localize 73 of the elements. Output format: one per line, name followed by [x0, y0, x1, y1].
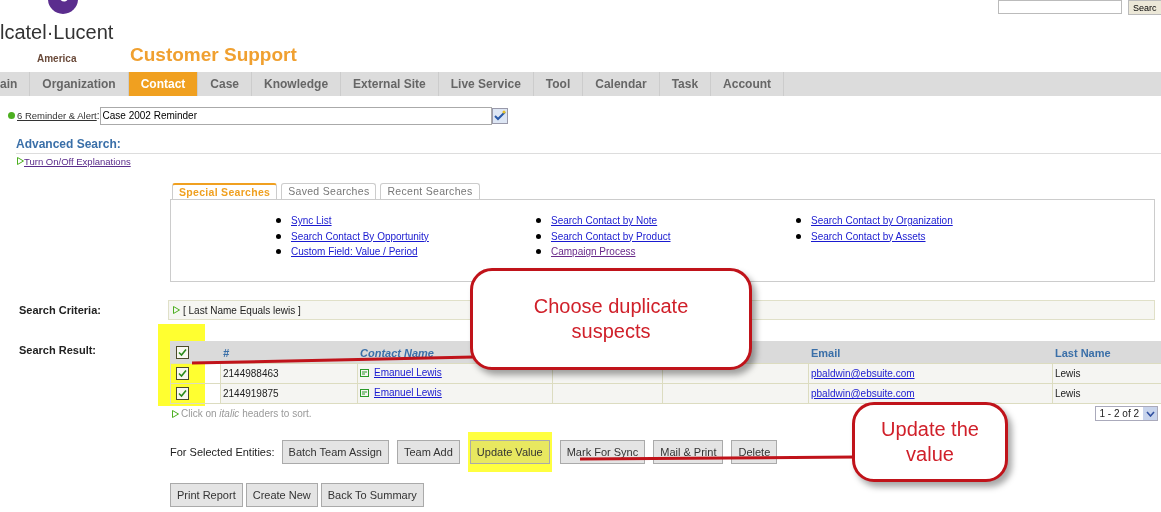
bullet-icon — [536, 233, 541, 239]
checkbox[interactable] — [176, 387, 189, 400]
bullet-icon — [276, 249, 281, 255]
search-field[interactable] — [998, 0, 1122, 14]
action-button[interactable]: Back To Summary — [320, 483, 424, 507]
search-link[interactable]: Search Contact by Organization — [811, 215, 953, 227]
search-link[interactable]: Search Contact by Product — [551, 230, 671, 242]
pager-select[interactable]: 1 - 2 of 2 — [1094, 406, 1158, 421]
table-cell: Lewis — [1055, 368, 1081, 379]
nav-tab[interactable]: ain — [0, 72, 31, 96]
sort-hint: Click on italic headers to sort. — [181, 408, 312, 419]
nav-tab[interactable]: Case — [198, 72, 253, 96]
search-link[interactable]: Custom Field: Value / Period — [291, 246, 418, 258]
search-link[interactable]: Search Contact by Note — [551, 215, 658, 227]
table-cell: Lewis — [1055, 388, 1081, 399]
page-title: Customer Support — [130, 44, 297, 66]
search-link[interactable]: Search Contact by Assets — [811, 230, 926, 242]
search-link[interactable]: Sync List — [291, 215, 332, 227]
column-header[interactable]: # — [223, 346, 230, 359]
logo-subtext: America — [37, 52, 77, 66]
contact-card-icon — [360, 367, 370, 378]
nav-tab[interactable]: Live Service — [438, 72, 534, 96]
triangle-icon — [172, 409, 179, 418]
reminder-field[interactable]: Case 2002 Reminder — [99, 106, 492, 125]
nav-tab[interactable]: Tool — [533, 72, 584, 96]
search-tab[interactable]: Saved Searches — [281, 183, 377, 199]
field-label: Search Result: — [18, 343, 98, 358]
bullet-icon — [796, 233, 801, 239]
bullet-icon — [276, 233, 281, 239]
nav-tab[interactable]: Account — [711, 72, 785, 96]
nav-tab[interactable]: External Site — [341, 72, 439, 96]
chevron-down-icon — [1145, 410, 1155, 417]
logo-text: lcatel·Lucent — [0, 20, 114, 44]
reminder-link[interactable]: 6 Reminder & Alert — [17, 110, 97, 121]
triangle-icon — [173, 306, 180, 314]
action-button[interactable]: Mail & Print — [653, 440, 724, 464]
status-dot-icon — [8, 112, 15, 119]
table-cell: 2144988463 — [223, 368, 279, 379]
search-link[interactable]: Campaign Process — [551, 246, 636, 258]
action-button[interactable]: Update Value — [469, 440, 550, 464]
actions-label: For Selected Entities: — [170, 446, 275, 458]
separator-text: : — [96, 110, 100, 121]
action-button[interactable]: Create New — [245, 483, 318, 507]
column-header: Last Name — [1055, 346, 1111, 359]
checkbox[interactable] — [176, 367, 189, 380]
field-label: Search Criteria: — [18, 304, 102, 316]
contact-link[interactable]: Emanuel Lewis — [374, 387, 442, 399]
column-header: Email — [811, 346, 841, 359]
action-button[interactable]: Mark For Sync — [559, 440, 646, 464]
bullet-icon — [536, 218, 541, 224]
checkbox[interactable] — [176, 346, 189, 360]
action-button[interactable]: Print Report — [170, 483, 243, 507]
triangle-icon — [17, 157, 24, 165]
nav-tab[interactable]: Calendar — [583, 72, 660, 96]
nav-tab[interactable]: Task — [659, 72, 712, 96]
section-title: Advanced Search: — [16, 137, 1161, 154]
nav-tab[interactable]: Organization — [30, 72, 129, 96]
callout-text: Choose duplicate suspects — [532, 294, 690, 344]
explanations-link[interactable]: Turn On/Off Explanations — [24, 155, 131, 167]
table-cell: 2144919875 — [223, 388, 279, 399]
bullet-icon — [536, 249, 541, 255]
callout-text: Update the value — [880, 417, 980, 467]
criteria-text: [ Last Name Equals lewis ] — [183, 304, 301, 316]
bullet-icon — [796, 218, 801, 224]
nav-tab[interactable]: Knowledge — [252, 72, 342, 96]
bullet-icon — [276, 218, 281, 224]
contact-link[interactable]: Emanuel Lewis — [374, 367, 442, 379]
action-button[interactable]: Batch Team Assign — [281, 440, 389, 464]
search-button[interactable]: Searc — [1128, 0, 1161, 15]
search-link[interactable]: Search Contact By Opportunity — [291, 230, 429, 242]
search-tab[interactable]: Recent Searches — [380, 183, 480, 199]
action-button[interactable]: Team Add — [396, 440, 460, 464]
contact-card-icon — [360, 387, 370, 398]
